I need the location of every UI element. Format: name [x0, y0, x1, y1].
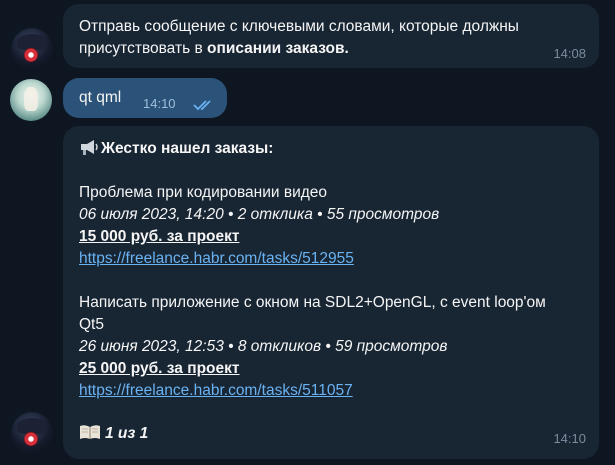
- results-footer: 1 из 1: [79, 423, 148, 445]
- avatar-emblem: [24, 48, 38, 62]
- order-meta: 26 июня 2023, 12:53 • 8 откликов • 59 пр…: [79, 338, 448, 355]
- bot-avatar[interactable]: [11, 28, 53, 70]
- order-1: Проблема при кодировании видео 06 июля 2…: [79, 182, 584, 270]
- avatar-emblem: [24, 432, 38, 446]
- message-time: 14:10: [143, 96, 176, 111]
- read-checkmarks-icon: [193, 100, 211, 111]
- results-header: Жестко нашел заказы:: [79, 138, 273, 160]
- message-bubble-bot-results: Жестко нашел заказы: Проблема при кодиро…: [63, 126, 599, 459]
- order-meta: 06 июля 2023, 14:20 • 2 отклика • 55 про…: [79, 206, 440, 223]
- message-time: 14:10: [553, 431, 586, 446]
- order-title-cont: Qt5: [79, 316, 104, 333]
- order-link[interactable]: https://freelance.habr.com/tasks/511057: [79, 380, 584, 402]
- order-2: Написать приложение с окном на SDL2+Open…: [79, 292, 584, 402]
- order-title: Проблема при кодировании видео: [79, 184, 328, 201]
- message-bubble-user: qt qml 14:10: [63, 78, 227, 118]
- message-bubble-bot-prompt: Отправь сообщение с ключевыми словами, к…: [63, 4, 599, 68]
- message-text: qt qml: [79, 89, 122, 106]
- order-link[interactable]: https://freelance.habr.com/tasks/512955: [79, 248, 584, 270]
- book-icon: [80, 425, 100, 439]
- order-title: Написать приложение с окном на SDL2+Open…: [79, 294, 546, 311]
- message-text-bold: описании заказов.: [207, 40, 349, 57]
- message-text: Отправь сообщение с ключевыми словами, к…: [79, 16, 549, 60]
- user-avatar[interactable]: [10, 79, 52, 121]
- bot-avatar[interactable]: [11, 412, 53, 454]
- message-time: 14:08: [553, 46, 586, 61]
- order-price: 25 000 руб. за проект: [79, 360, 240, 377]
- results-header-text: Жестко нашел заказы:: [101, 140, 274, 157]
- megaphone-icon: [81, 140, 98, 155]
- pagination-text: 1 из 1: [105, 425, 149, 442]
- order-price: 15 000 руб. за проект: [79, 228, 240, 245]
- avatar-figure: [24, 87, 38, 111]
